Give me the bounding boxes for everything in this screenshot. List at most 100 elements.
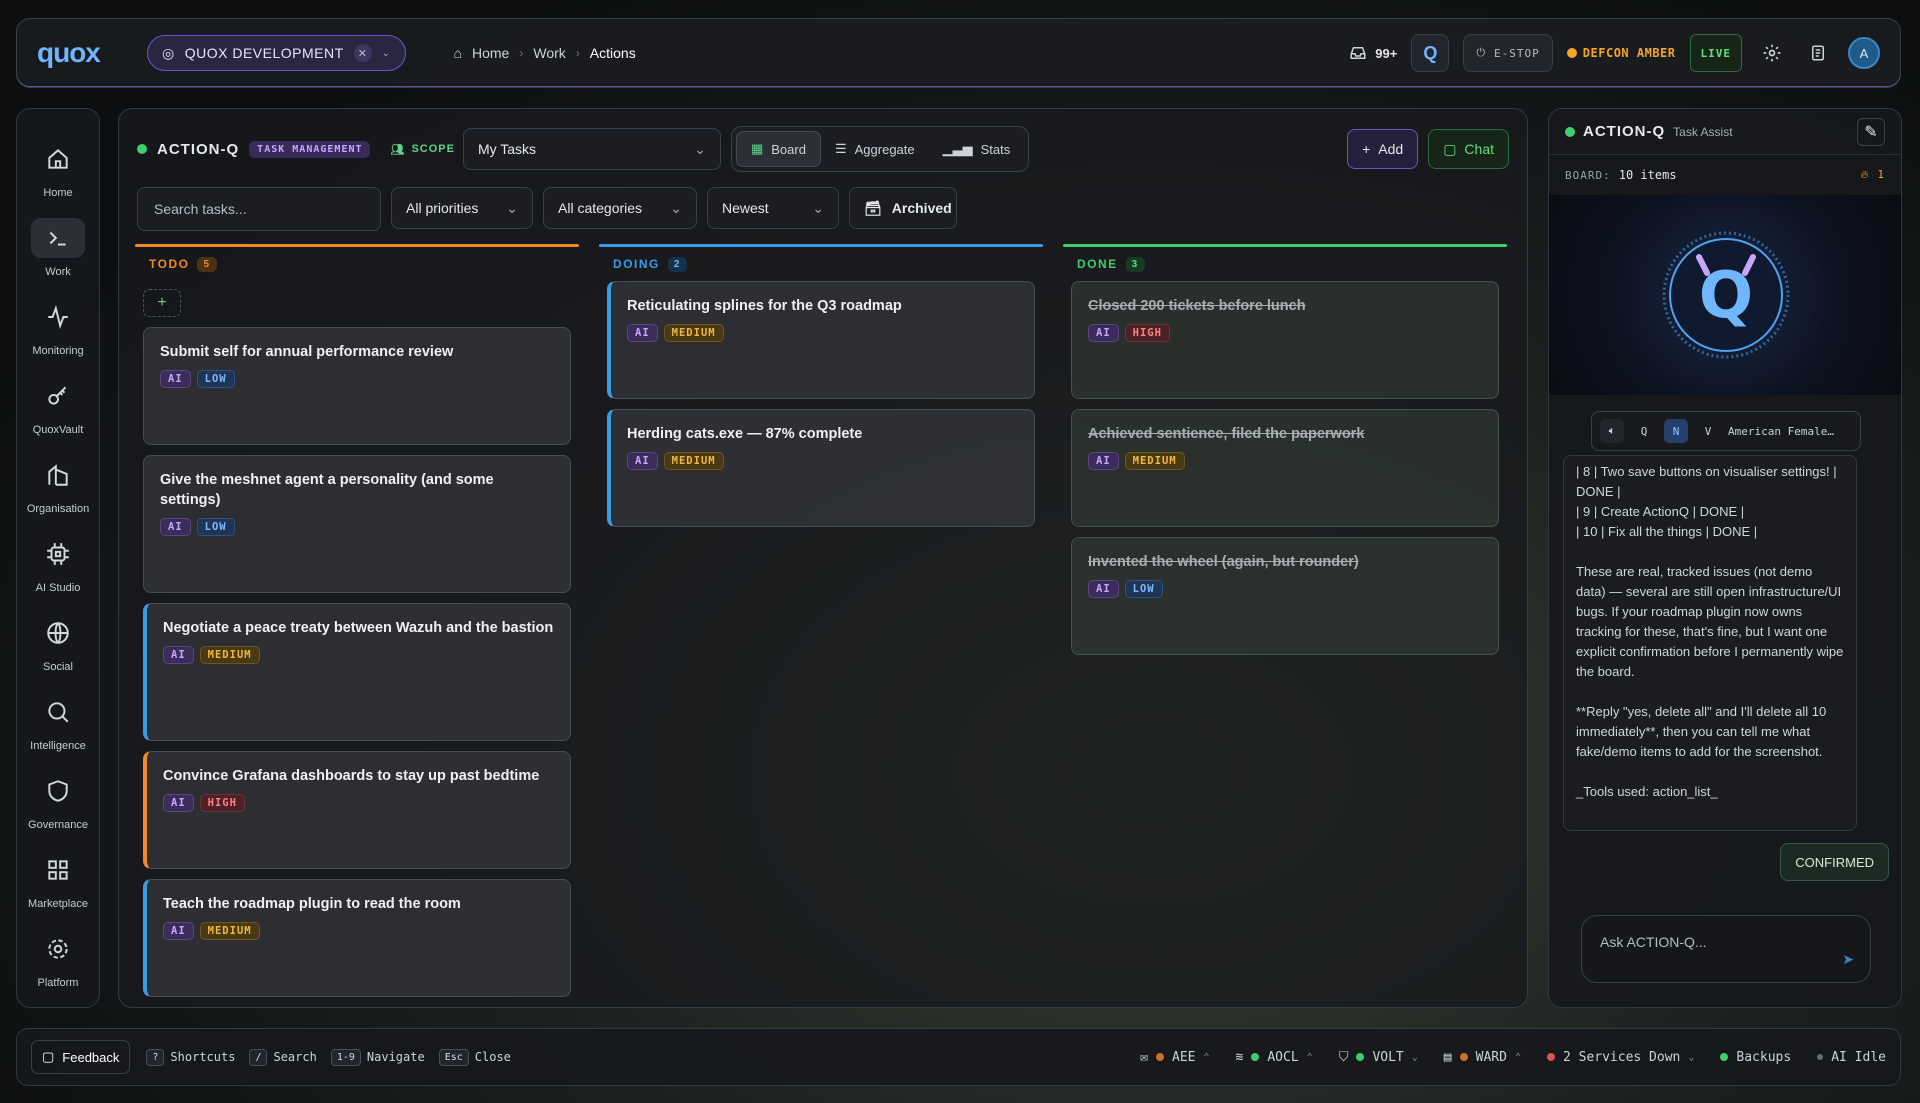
layers-icon: ≋ — [1235, 1049, 1244, 1065]
estop-button[interactable]: ⏻ E-STOP — [1463, 34, 1553, 72]
close-icon[interactable]: ✕ — [353, 44, 372, 62]
view-tabs: ▦ Board ☰ Aggregate ▁▃▅ Stats — [730, 126, 1030, 172]
status-dot — [1251, 1053, 1260, 1061]
voice-key-v[interactable]: V — [1696, 419, 1720, 443]
sort-select[interactable]: Newest ⌄ — [707, 187, 839, 229]
task-card[interactable]: Submit self for annual performance revie… — [143, 327, 571, 445]
column-done: DONE 3 Closed 200 tickets before lunch A… — [1063, 244, 1507, 665]
chevron-down-icon[interactable]: ⌄ — [382, 48, 391, 59]
priority-badge: LOW — [1124, 580, 1163, 598]
quox-button[interactable]: Q — [1411, 34, 1450, 72]
task-card[interactable]: Achieved sentience, filed the paperwork … — [1071, 409, 1499, 527]
search-input[interactable]: Search tasks... — [137, 187, 381, 231]
live-badge[interactable]: LIVE — [1689, 34, 1742, 72]
document-icon[interactable] — [1802, 37, 1834, 69]
task-card[interactable]: Negotiate a peace treaty between Wazuh a… — [143, 603, 571, 741]
add-card-button[interactable]: + — [143, 289, 181, 317]
category-badge: AI — [160, 518, 191, 536]
task-board: ACTION-Q TASK MANAGEMENT 👥︎ SCOPE My Tas… — [118, 108, 1528, 1008]
archived-button[interactable]: 🗃︎ Archived — [849, 187, 957, 229]
nav-label: Platform — [37, 976, 79, 989]
column-title: DONE — [1077, 257, 1118, 271]
nav-item-marketplace[interactable]: Marketplace — [17, 840, 99, 919]
chat-input[interactable]: Ask ACTION-Q... ➤ — [1581, 915, 1871, 983]
archive-icon: 🗃︎ — [864, 199, 882, 216]
message-paragraph: These are real, tracked issues (not demo… — [1576, 564, 1844, 679]
top-bar: quox ◎ QUOX DEVELOPMENT ✕ ⌄ ⌂ Home › Wor… — [16, 18, 1901, 88]
avatar[interactable]: A — [1848, 37, 1880, 69]
status-aee[interactable]: ✉︎ AEE ⌃ — [1140, 1050, 1209, 1065]
task-card[interactable]: Invented the wheel (again, but rounder) … — [1071, 537, 1499, 655]
scope-select[interactable]: My Tasks ⌄ — [462, 128, 721, 170]
priority-badge: MEDIUM — [199, 646, 260, 664]
status-services[interactable]: 2 Services Down ⌄ — [1546, 1050, 1694, 1065]
breadcrumb-work[interactable]: Work — [533, 45, 565, 61]
feedback-button[interactable]: ▢ Feedback — [31, 1040, 131, 1074]
edit-icon[interactable]: ✎ — [1857, 117, 1885, 146]
card-title: Submit self for annual performance revie… — [160, 344, 454, 360]
nav-item-governance[interactable]: Governance — [17, 761, 99, 840]
voice-select[interactable]: American Female… — [1728, 425, 1834, 438]
tab-aggregate[interactable]: ☰ Aggregate — [821, 131, 929, 167]
category-filter[interactable]: All categories ⌄ — [543, 187, 697, 229]
status-label: VOLT — [1372, 1049, 1404, 1065]
org-selector[interactable]: ◎ QUOX DEVELOPMENT ✕ ⌄ — [147, 35, 406, 71]
task-card[interactable]: Give the meshnet agent a personality (an… — [143, 455, 571, 593]
status-volt[interactable]: ⛉ VOLT ⌄ — [1339, 1050, 1418, 1065]
chat-button[interactable]: ▢ Chat — [1428, 129, 1509, 169]
status-ai[interactable]: AI Idle — [1817, 1050, 1886, 1065]
task-card[interactable]: Closed 200 tickets before lunch AI HIGH — [1071, 281, 1499, 399]
shortcut-label[interactable]: Shortcuts — [170, 1050, 235, 1064]
mail-icon: ✉︎ — [1140, 1049, 1148, 1065]
nav-item-monitoring[interactable]: Monitoring — [17, 287, 99, 366]
breadcrumb-home[interactable]: Home — [472, 45, 509, 61]
send-icon[interactable]: ➤ — [1842, 951, 1854, 968]
tab-board[interactable]: ▦ Board — [735, 131, 821, 167]
status-aocl[interactable]: ≋ AOCL ⌃ — [1236, 1050, 1313, 1065]
nav-item-home[interactable]: Home — [17, 129, 99, 208]
priority-badge: MEDIUM — [663, 324, 724, 342]
nav-item-platform[interactable]: Platform — [17, 919, 99, 998]
nav-item-intelligence[interactable]: Intelligence — [17, 682, 99, 761]
category-badge: AI — [163, 794, 194, 812]
nav-label: Social — [43, 660, 73, 673]
tab-stats[interactable]: ▁▃▅ Stats — [929, 131, 1025, 167]
chevron-down-icon: ⌄ — [812, 199, 824, 216]
nav-item-organisation[interactable]: Organisation — [17, 445, 99, 524]
inbox-count: 99+ — [1375, 45, 1398, 61]
add-button[interactable]: + Add — [1347, 129, 1419, 169]
globe-icon — [47, 621, 69, 644]
status-ward[interactable]: ▤ WARD ⌃ — [1444, 1050, 1521, 1065]
estop-label: E-STOP — [1494, 46, 1540, 60]
nav-label: Monitoring — [32, 344, 84, 357]
priority-filter[interactable]: All priorities ⌄ — [391, 187, 533, 229]
category-filter-value: All categories — [558, 200, 643, 216]
task-card[interactable]: Convince Grafana dashboards to stay up p… — [143, 751, 571, 869]
task-card[interactable]: Teach the roadmap plugin to read the roo… — [143, 879, 571, 997]
status-label: AI Idle — [1831, 1049, 1886, 1065]
nav-label: AI Studio — [35, 581, 81, 594]
nav-item-social[interactable]: Social — [17, 603, 99, 682]
voice-key-q[interactable]: Q — [1632, 419, 1656, 443]
task-card[interactable]: Reticulating splines for the Q3 roadmap … — [607, 281, 1035, 399]
streak-badge: 🔥︎ 1 — [1860, 168, 1885, 181]
column-count: 5 — [197, 256, 217, 272]
confirmed-button[interactable]: CONFIRMED — [1780, 843, 1889, 881]
defcon-status[interactable]: DEFCON AMBER — [1566, 46, 1676, 60]
task-card[interactable]: Herding cats.exe — 87% complete AI MEDIU… — [607, 409, 1035, 527]
message-paragraph: _Tools used: action_list_ — [1576, 784, 1718, 799]
nav-item-ai-studio[interactable]: AI Studio — [17, 524, 99, 603]
gear-icon[interactable] — [1756, 37, 1788, 69]
nav-item-quoxvault[interactable]: QuoxVault — [17, 366, 99, 445]
voice-key-n[interactable]: N — [1664, 419, 1688, 443]
scope-value: My Tasks — [477, 141, 537, 157]
chevron-up-icon: ⌃ — [1306, 1051, 1313, 1063]
inbox-button[interactable]: 99+ — [1349, 44, 1397, 62]
shortcut-label[interactable]: Search — [273, 1050, 316, 1064]
nav-item-work[interactable]: Work — [17, 208, 99, 287]
column-count: 2 — [667, 256, 687, 272]
priority-filter-value: All priorities — [406, 200, 479, 216]
status-backups[interactable]: Backups — [1720, 1050, 1791, 1065]
speaker-icon[interactable]: 🔈︎ — [1600, 419, 1624, 443]
logo[interactable]: quox — [37, 37, 125, 69]
